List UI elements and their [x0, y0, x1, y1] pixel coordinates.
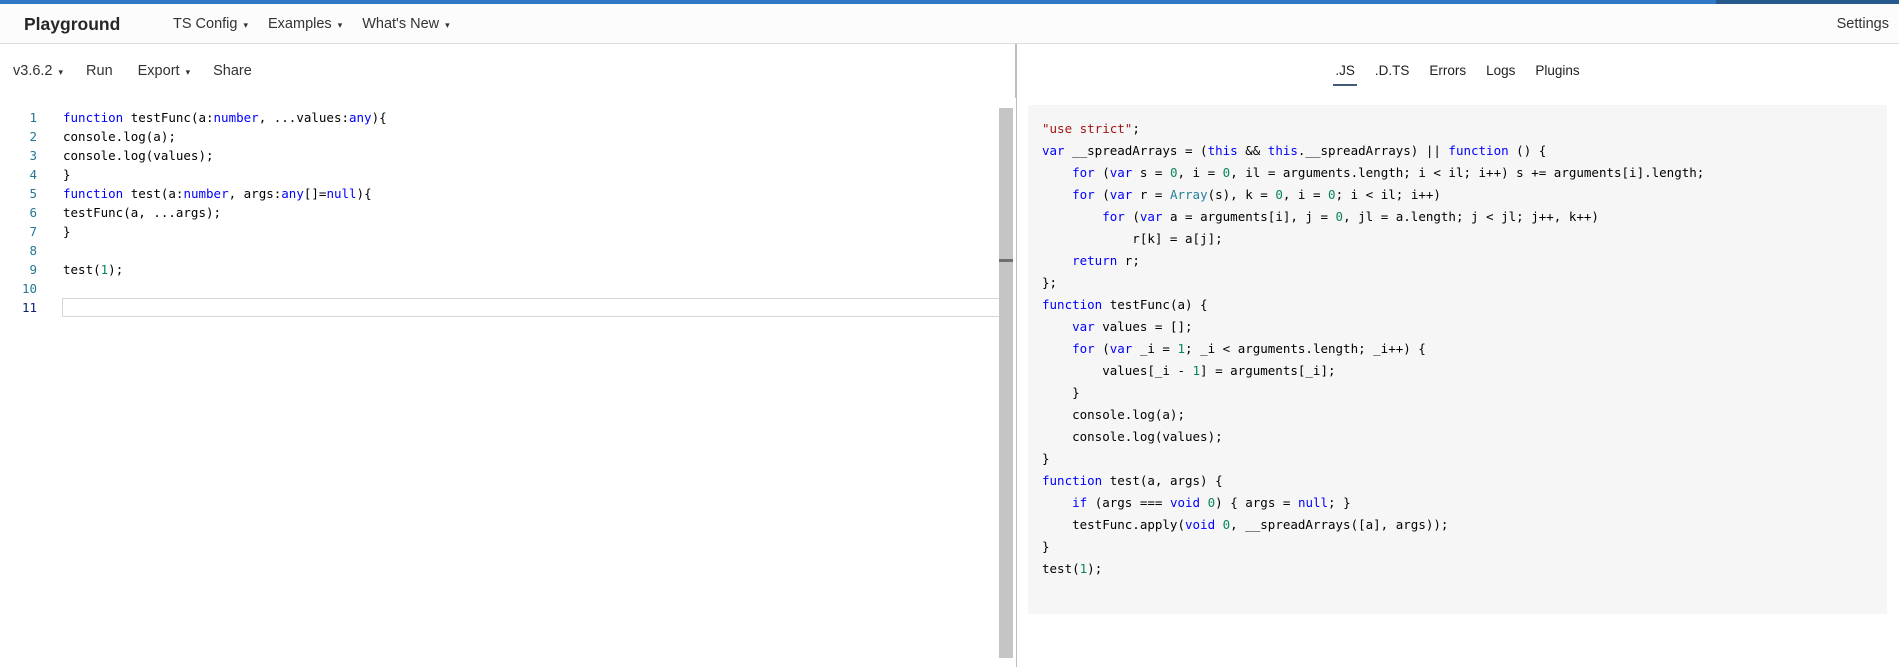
nav-item-label: TS Config: [173, 16, 238, 32]
nav-item-examples[interactable]: Examples ▾: [258, 16, 352, 32]
compiled-output-panel: "use strict"; var __spreadArrays = (this …: [1028, 105, 1887, 614]
tab-plugins[interactable]: Plugins: [1533, 60, 1581, 86]
editor-code-line[interactable]: }: [63, 165, 387, 184]
line-number-gutter: 1 2 3 4 5 6 7 8 9 10 11: [0, 108, 37, 317]
nav-item-what-s-new[interactable]: What's New ▾: [352, 16, 459, 32]
tab-js[interactable]: .JS: [1333, 60, 1357, 86]
editor-code-line[interactable]: testFunc(a, ...args);: [63, 203, 387, 222]
tab-logs[interactable]: Logs: [1484, 60, 1517, 86]
output-code-line: values[_i - 1] = arguments[_i];: [1042, 363, 1336, 378]
export-dropdown[interactable]: Export ▾: [138, 63, 190, 79]
editor-code-line[interactable]: test(1);: [63, 260, 387, 279]
line-number[interactable]: 1: [0, 108, 37, 127]
line-number[interactable]: 10: [0, 279, 37, 298]
output-code-line: function test(a, args) {: [1042, 473, 1223, 488]
editor-code-line[interactable]: console.log(a);: [63, 127, 387, 146]
output-code-line: for (var r = Array(s), k = 0, i = 0; i <…: [1072, 187, 1441, 202]
nav-item-label: What's New: [362, 16, 440, 32]
output-code-line: }: [1042, 539, 1050, 554]
cursor-position-marker: [999, 259, 1013, 262]
editor-code-line[interactable]: function test(a:number, args:any[]=null)…: [63, 184, 387, 203]
line-number[interactable]: 6: [0, 203, 37, 222]
chevron-down-icon: ▾: [185, 66, 191, 77]
output-code-line: console.log(a);: [1042, 407, 1185, 422]
page-title: Playground: [24, 14, 121, 34]
output-code-line: r[k] = a[j];: [1042, 231, 1223, 246]
settings-button[interactable]: Settings: [1837, 4, 1889, 44]
code-editor[interactable]: 1 2 3 4 5 6 7 8 9 10 11 function testFunc(a:number…: [0, 98, 1016, 667]
chevron-down-icon: ▾: [445, 19, 450, 30]
version-label: v3.6.2: [13, 63, 53, 79]
nav-item-label: Examples: [268, 16, 332, 32]
editor-code-line[interactable]: }: [63, 222, 387, 241]
line-number[interactable]: 7: [0, 222, 37, 241]
output-code-line: for (var s = 0, i = 0, il = arguments.le…: [1072, 165, 1705, 180]
editor-code-line[interactable]: [63, 279, 387, 298]
output-code-line: }: [1042, 385, 1080, 400]
typescript-playground: Playground TS Config ▾ Examples ▾ What's New…: [0, 0, 1899, 667]
main-nav: TS Config ▾ Examples ▾ What's New ▾: [163, 4, 460, 44]
chevron-down-icon: ▾: [58, 66, 64, 77]
toolbar-items: v3.6.2 ▾ Run Export ▾ Share: [13, 44, 252, 98]
share-label: Share: [213, 63, 252, 79]
line-number[interactable]: 2: [0, 127, 37, 146]
output-tab-bar: .JS .D.TS Errors Logs Plugins: [1016, 44, 1899, 98]
output-code-line: testFunc.apply(void 0, __spreadArrays([a…: [1042, 517, 1449, 532]
chevron-down-icon: ▾: [337, 19, 343, 30]
output-code-line: return r;: [1072, 253, 1140, 268]
tab-errors[interactable]: Errors: [1427, 60, 1468, 86]
output-code-line: }: [1042, 451, 1050, 466]
output-code-line: for (var _i = 1; _i < arguments.length; …: [1072, 341, 1426, 356]
run-button[interactable]: Run: [86, 63, 113, 79]
output-code-line: for (var a = arguments[i], j = 0, jl = a…: [1102, 209, 1599, 224]
compiled-js-code: "use strict"; var __spreadArrays = (this …: [1042, 118, 1704, 580]
line-number[interactable]: 8: [0, 241, 37, 260]
nav-item-ts-config[interactable]: TS Config ▾: [163, 16, 258, 32]
line-number[interactable]: 3: [0, 146, 37, 165]
output-code-line: };: [1042, 275, 1058, 290]
chevron-down-icon: ▾: [243, 19, 249, 30]
line-number[interactable]: 11: [0, 298, 37, 317]
header: Playground TS Config ▾ Examples ▾ What's New…: [0, 4, 1899, 44]
output-code-line: function testFunc(a) {: [1042, 297, 1208, 312]
line-number[interactable]: 9: [0, 260, 37, 279]
output-code-line: if (args === void 0) { args = null; }: [1072, 495, 1351, 510]
export-label: Export: [137, 63, 180, 79]
editor-toolbar: v3.6.2 ▾ Run Export ▾ Share: [0, 44, 1016, 123]
output-code-line: console.log(values);: [1042, 429, 1223, 444]
editor-code-line[interactable]: [63, 298, 387, 317]
version-dropdown[interactable]: v3.6.2 ▾: [13, 63, 63, 79]
output-code-line: var __spreadArrays = (this && this.__spr…: [1042, 143, 1547, 158]
output-code-line: var values = [];: [1072, 319, 1193, 334]
editor-scrollbar[interactable]: [999, 108, 1013, 658]
tab-dts[interactable]: .D.TS: [1373, 60, 1412, 86]
share-button[interactable]: Share: [213, 63, 252, 79]
editor-code: function testFunc(a:number, ...values:an…: [63, 108, 387, 317]
editor-code-line[interactable]: [63, 241, 387, 260]
output-code-line: test(1);: [1042, 561, 1103, 576]
editor-code-line[interactable]: console.log(values);: [63, 146, 387, 165]
run-label: Run: [86, 63, 113, 79]
line-number[interactable]: 4: [0, 165, 37, 184]
line-number[interactable]: 5: [0, 184, 37, 203]
output-code-line: "use strict";: [1042, 121, 1140, 136]
editor-code-line[interactable]: function testFunc(a:number, ...values:an…: [63, 108, 387, 127]
